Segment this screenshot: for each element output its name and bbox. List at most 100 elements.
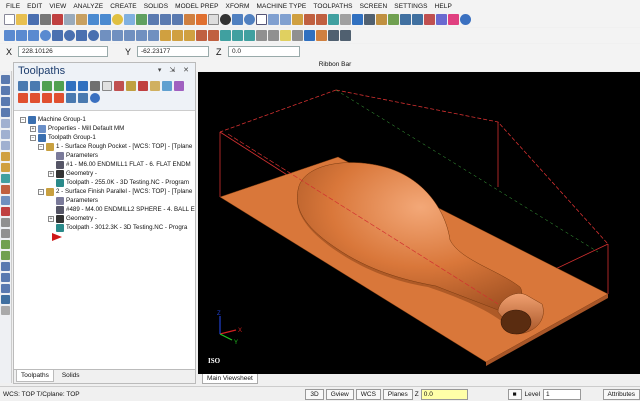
menu-screen[interactable]: SCREEN xyxy=(360,3,388,10)
note-icon[interactable] xyxy=(280,30,291,41)
arc-icon[interactable] xyxy=(244,14,255,25)
menu-help[interactable]: HELP xyxy=(435,3,452,10)
analyze-icon[interactable] xyxy=(340,14,351,25)
menu-solids[interactable]: SOLIDS xyxy=(144,3,168,10)
regenerate-icon[interactable] xyxy=(42,81,52,91)
spline-tool-icon[interactable] xyxy=(1,130,10,139)
tree-item-machine-group[interactable]: − Machine Group-1 xyxy=(20,115,86,124)
bounding-box-icon[interactable] xyxy=(1,163,10,172)
y-coord-field[interactable]: -62.23177 xyxy=(137,46,209,57)
zoom-window-icon[interactable] xyxy=(124,14,135,25)
xform-tool-icon[interactable] xyxy=(1,196,10,205)
shade-icon[interactable] xyxy=(196,14,207,25)
tab-toolpaths[interactable]: Toolpaths xyxy=(16,370,54,382)
move-up-icon[interactable] xyxy=(30,93,40,103)
color-icon[interactable] xyxy=(448,14,459,25)
tool-manager-icon[interactable] xyxy=(328,30,339,41)
menu-model-prep[interactable]: MODEL PREP xyxy=(175,3,218,10)
tree-item-properties[interactable]: + Properties - Mill Default MM xyxy=(30,124,124,133)
highspeed-icon[interactable] xyxy=(126,81,136,91)
offset-icon[interactable] xyxy=(100,30,111,41)
snap-icon[interactable] xyxy=(4,30,15,41)
boolean-icon[interactable] xyxy=(196,30,207,41)
pocket-icon[interactable] xyxy=(376,14,387,25)
letters-icon[interactable] xyxy=(1,152,10,161)
point-tool-icon[interactable] xyxy=(1,86,10,95)
collapse-icon[interactable]: − xyxy=(38,188,44,195)
lock-icon[interactable] xyxy=(150,81,160,91)
tree-item-tool-2[interactable]: #489 - M4.00 ENDMILL2 SPHERE - 4. BALL E xyxy=(56,205,195,214)
select-failed-icon[interactable] xyxy=(30,81,40,91)
rectangle-tool-icon[interactable] xyxy=(1,141,10,150)
help-panel-icon[interactable] xyxy=(90,93,100,103)
facing-icon[interactable] xyxy=(388,14,399,25)
surface-tool-icon[interactable] xyxy=(1,174,10,183)
z-coord-field[interactable]: 0.0 xyxy=(228,46,300,57)
toggle-posting-icon[interactable] xyxy=(174,81,184,91)
sweep-icon[interactable] xyxy=(232,30,243,41)
simulate-icon[interactable] xyxy=(90,81,100,91)
select-icon[interactable] xyxy=(1,75,10,84)
graphics-viewport[interactable]: X Z Y ISO xyxy=(198,72,640,374)
collapse-icon[interactable]: − xyxy=(20,116,26,123)
wcs-button[interactable]: WCS xyxy=(355,388,381,400)
redo-icon[interactable] xyxy=(100,14,111,25)
zoom-icon[interactable] xyxy=(112,14,123,25)
arc-tool-icon[interactable] xyxy=(1,108,10,117)
new-file-icon[interactable] xyxy=(4,14,15,25)
midpoint-icon[interactable] xyxy=(28,30,39,41)
undo-icon[interactable] xyxy=(88,14,99,25)
tree-item-tool-1[interactable]: #1 - M6.00 ENDMILL1 FLAT - 6. FLAT ENDM xyxy=(56,160,191,169)
insert-arrow-icon[interactable] xyxy=(42,93,52,103)
save-icon[interactable] xyxy=(28,14,39,25)
break-icon[interactable] xyxy=(172,30,183,41)
tree-item-geometry-2[interactable]: + Geometry - xyxy=(48,214,97,223)
wire-icon[interactable] xyxy=(1,251,10,260)
line-endpoints-icon[interactable] xyxy=(52,30,63,41)
side-view-icon[interactable] xyxy=(172,14,183,25)
cplane-icon[interactable] xyxy=(1,262,10,271)
drill-icon[interactable] xyxy=(364,14,375,25)
surface-icon[interactable] xyxy=(328,14,339,25)
collapse-icon[interactable]: − xyxy=(30,134,36,141)
collapse-icon[interactable]: − xyxy=(38,143,44,150)
spline-icon[interactable] xyxy=(268,14,279,25)
planes-button[interactable]: Planes xyxy=(382,388,413,400)
solid-extrude-icon[interactable] xyxy=(304,14,315,25)
attributes-button[interactable]: Attributes xyxy=(602,388,640,400)
delete-panel-icon[interactable] xyxy=(138,81,148,91)
level-icon[interactable] xyxy=(436,14,447,25)
front-view-icon[interactable] xyxy=(160,14,171,25)
toggle-display-icon[interactable] xyxy=(162,81,172,91)
machine-icon[interactable] xyxy=(340,30,351,41)
dimension-icon[interactable] xyxy=(268,30,279,41)
tree-item-operation-2[interactable]: − 2 - Surface Finish Parallel - [WCS: TOP… xyxy=(38,187,192,196)
tree-item-geometry-1[interactable]: + Geometry - xyxy=(48,169,97,178)
expand-icon[interactable]: + xyxy=(48,170,54,177)
circle-icon[interactable] xyxy=(64,30,75,41)
iso-view-icon[interactable] xyxy=(184,14,195,25)
mirror-icon[interactable] xyxy=(112,30,123,41)
verify-tool-icon[interactable] xyxy=(1,295,10,304)
insert-arrow[interactable] xyxy=(52,232,62,241)
contour-icon[interactable] xyxy=(352,14,363,25)
select-all-icon[interactable] xyxy=(18,81,28,91)
tree-item-parameters-1[interactable]: Parameters xyxy=(56,151,98,160)
group-icon[interactable] xyxy=(1,273,10,282)
tab-solids[interactable]: Solids xyxy=(58,370,84,382)
menu-edit[interactable]: EDIT xyxy=(27,3,42,10)
drafting-icon[interactable] xyxy=(1,229,10,238)
cut-icon[interactable] xyxy=(52,14,63,25)
fillet-icon[interactable] xyxy=(280,14,291,25)
stock-icon[interactable] xyxy=(316,30,327,41)
move-down-icon[interactable] xyxy=(18,93,28,103)
solid-tool-icon[interactable] xyxy=(1,185,10,194)
scroll-icon[interactable] xyxy=(54,93,64,103)
single-group-icon[interactable] xyxy=(78,93,88,103)
open-folder-icon[interactable] xyxy=(16,14,27,25)
tree-item-operation-1[interactable]: − 1 - Surface Rough Pocket - [WCS: TOP] -… xyxy=(38,142,192,151)
color-swatch[interactable]: ■ xyxy=(507,388,522,400)
gview-button[interactable]: Gview xyxy=(325,388,354,400)
line-icon[interactable] xyxy=(232,14,243,25)
delete-icon[interactable] xyxy=(1,207,10,216)
